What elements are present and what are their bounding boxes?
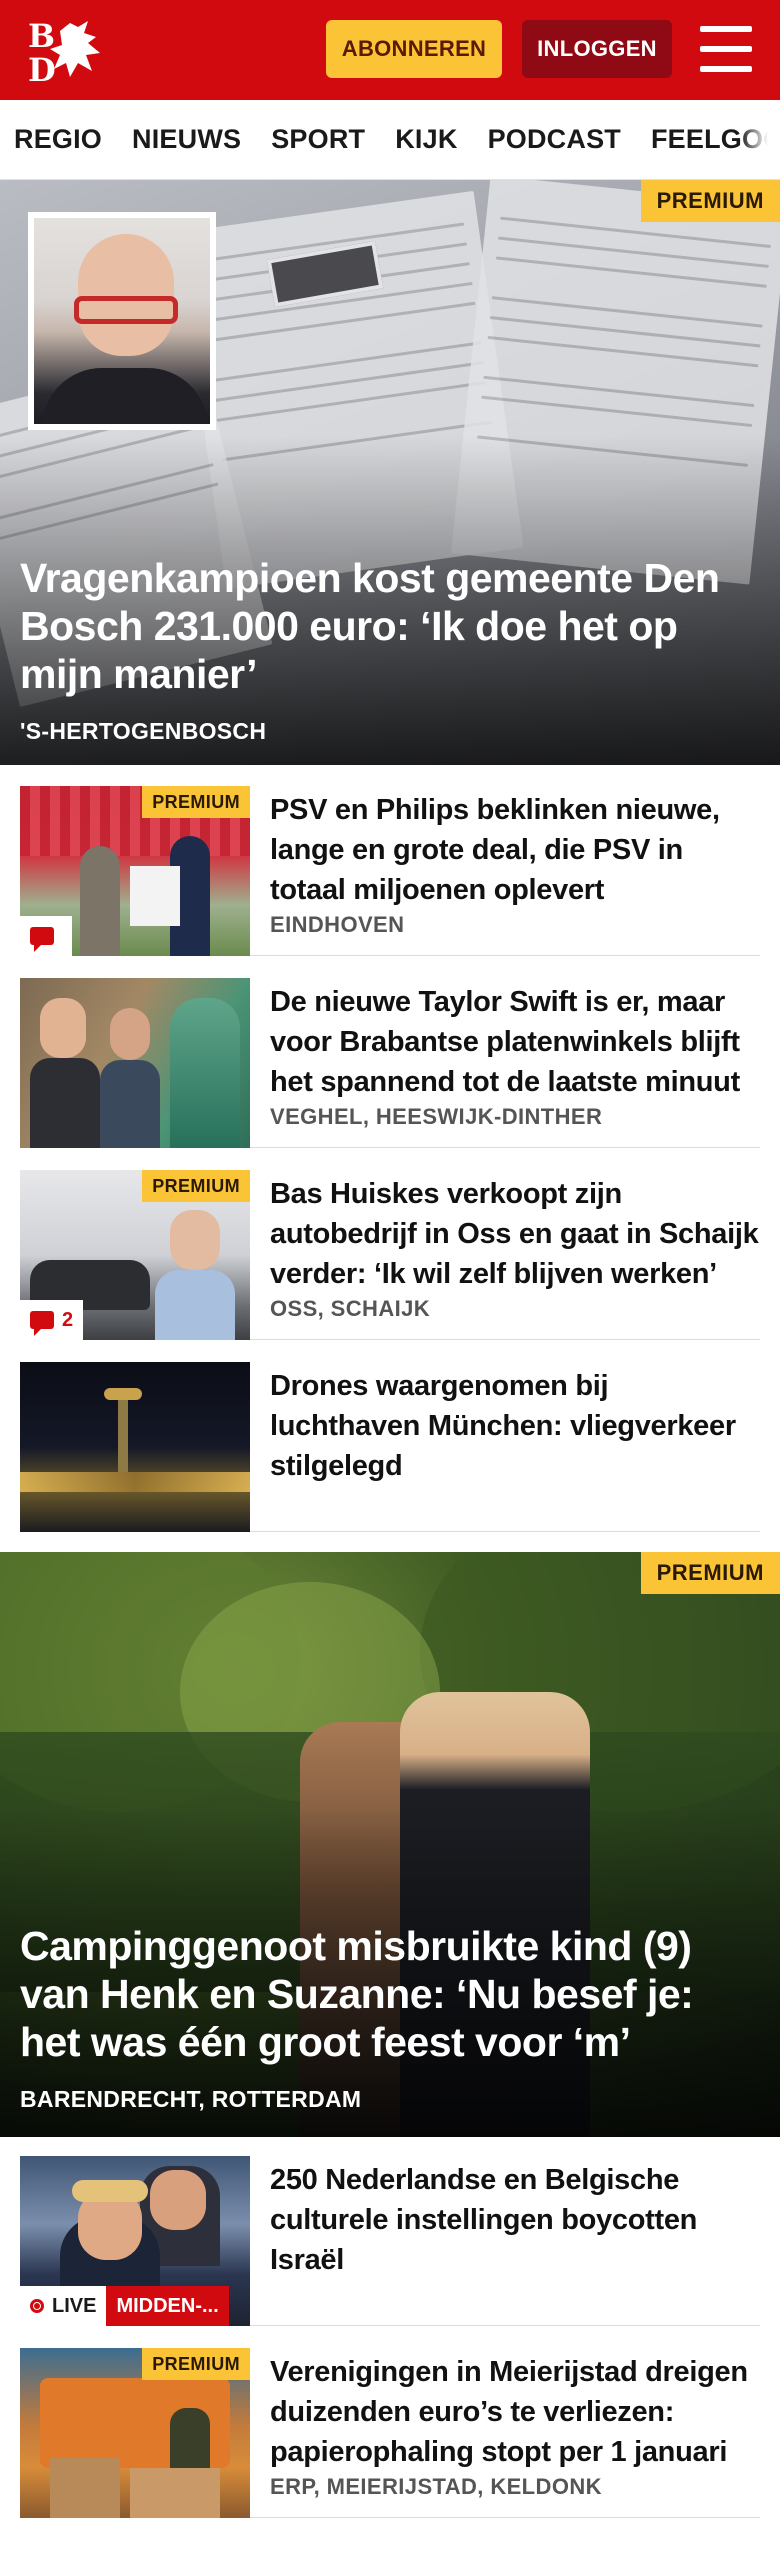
comment-indicator[interactable] xyxy=(20,916,72,956)
subscribe-button[interactable]: ABONNEREN xyxy=(326,20,502,78)
story-location: VEGHEL, HEESWIJK-DINTHER xyxy=(270,1104,603,1129)
bd-logo[interactable]: B D xyxy=(26,17,116,89)
story-thumbnail: PREMIUM xyxy=(20,2348,250,2518)
story-title[interactable]: De nieuwe Taylor Swift is er, maar voor … xyxy=(270,982,760,1102)
nav-item-sport[interactable]: SPORT xyxy=(271,124,365,155)
story-thumbnail: PREMIUM xyxy=(20,786,250,956)
hero-location: 'S-HERTOGENBOSCH xyxy=(20,718,267,744)
premium-badge: PREMIUM xyxy=(142,786,250,818)
story-title[interactable]: Drones waargenomen bij luchthaven Münche… xyxy=(270,1366,760,1486)
nav-fade xyxy=(740,100,780,179)
premium-badge: PREMIUM xyxy=(142,2348,250,2380)
nav-item-nieuws[interactable]: NIEUWS xyxy=(132,124,241,155)
login-button[interactable]: INLOGGEN xyxy=(522,20,672,78)
live-topic-tag: MIDDEN-... xyxy=(106,2286,229,2326)
premium-badge: PREMIUM xyxy=(142,1170,250,1202)
story-thumbnail: PREMIUM 2 xyxy=(20,1170,250,1340)
hero-story-1[interactable]: PREMIUM Vragenkampioen kost gemeente Den… xyxy=(0,180,780,765)
hero-headline[interactable]: Campinggenoot misbruikte kind (9) van He… xyxy=(20,1922,760,2066)
story-location: ERP, MEIERIJSTAD, KELDONK xyxy=(270,2474,602,2499)
author-photo xyxy=(28,212,216,430)
story-title[interactable]: Verenigingen in Meierijstad dreigen duiz… xyxy=(270,2352,760,2472)
story-thumbnail: LIVE MIDDEN-... xyxy=(20,2156,250,2326)
comment-indicator[interactable]: 2 xyxy=(20,1300,84,1340)
section-nav: REGIO NIEUWS SPORT KIJK PODCAST FEELGOOD xyxy=(0,100,780,180)
nav-item-kijk[interactable]: KIJK xyxy=(395,124,457,155)
story-card[interactable]: PREMIUM Verenigingen in Meierijstad drei… xyxy=(20,2348,760,2518)
story-card[interactable]: De nieuwe Taylor Swift is er, maar voor … xyxy=(20,978,760,1148)
top-bar: B D ABONNEREN INLOGGEN xyxy=(0,0,780,100)
hero-story-2[interactable]: PREMIUM Campinggenoot misbruikte kind (9… xyxy=(0,1552,780,2137)
story-title[interactable]: Bas Huiskes verkoopt zijn autobedrijf in… xyxy=(270,1174,760,1294)
story-card[interactable]: LIVE MIDDEN-... 250 Nederlandse en Belgi… xyxy=(20,2156,760,2326)
comment-count: 2 xyxy=(62,1308,74,1331)
comment-icon xyxy=(30,1311,54,1336)
story-thumbnail xyxy=(20,978,250,1148)
story-card[interactable]: PREMIUM PSV en Philips beklinken nieuwe,… xyxy=(20,786,760,956)
story-card[interactable]: Drones waargenomen bij luchthaven Münche… xyxy=(20,1362,760,1532)
story-title[interactable]: 250 Nederlandse en Belgische culturele i… xyxy=(270,2160,760,2280)
comment-icon xyxy=(30,927,54,952)
nav-item-regio[interactable]: REGIO xyxy=(14,124,102,155)
hero-location: BARENDRECHT, ROTTERDAM xyxy=(20,2086,362,2112)
story-thumbnail xyxy=(20,1362,250,1532)
story-location: EINDHOVEN xyxy=(270,912,405,937)
svg-text:D: D xyxy=(28,51,56,85)
story-title[interactable]: PSV en Philips beklinken nieuwe, lange e… xyxy=(270,790,760,910)
story-location: OSS, SCHAIJK xyxy=(270,1296,431,1321)
live-indicator[interactable]: LIVE MIDDEN-... xyxy=(20,2286,229,2326)
premium-badge: PREMIUM xyxy=(640,1552,780,1594)
hero-headline[interactable]: Vragenkampioen kost gemeente Den Bosch 2… xyxy=(20,554,760,698)
nav-item-podcast[interactable]: PODCAST xyxy=(488,124,621,155)
story-card[interactable]: PREMIUM 2 Bas Huiskes verkoopt zijn auto… xyxy=(20,1170,760,1340)
premium-badge: PREMIUM xyxy=(640,180,780,222)
hamburger-menu-icon[interactable] xyxy=(700,26,752,72)
live-dot-icon xyxy=(30,2299,44,2313)
